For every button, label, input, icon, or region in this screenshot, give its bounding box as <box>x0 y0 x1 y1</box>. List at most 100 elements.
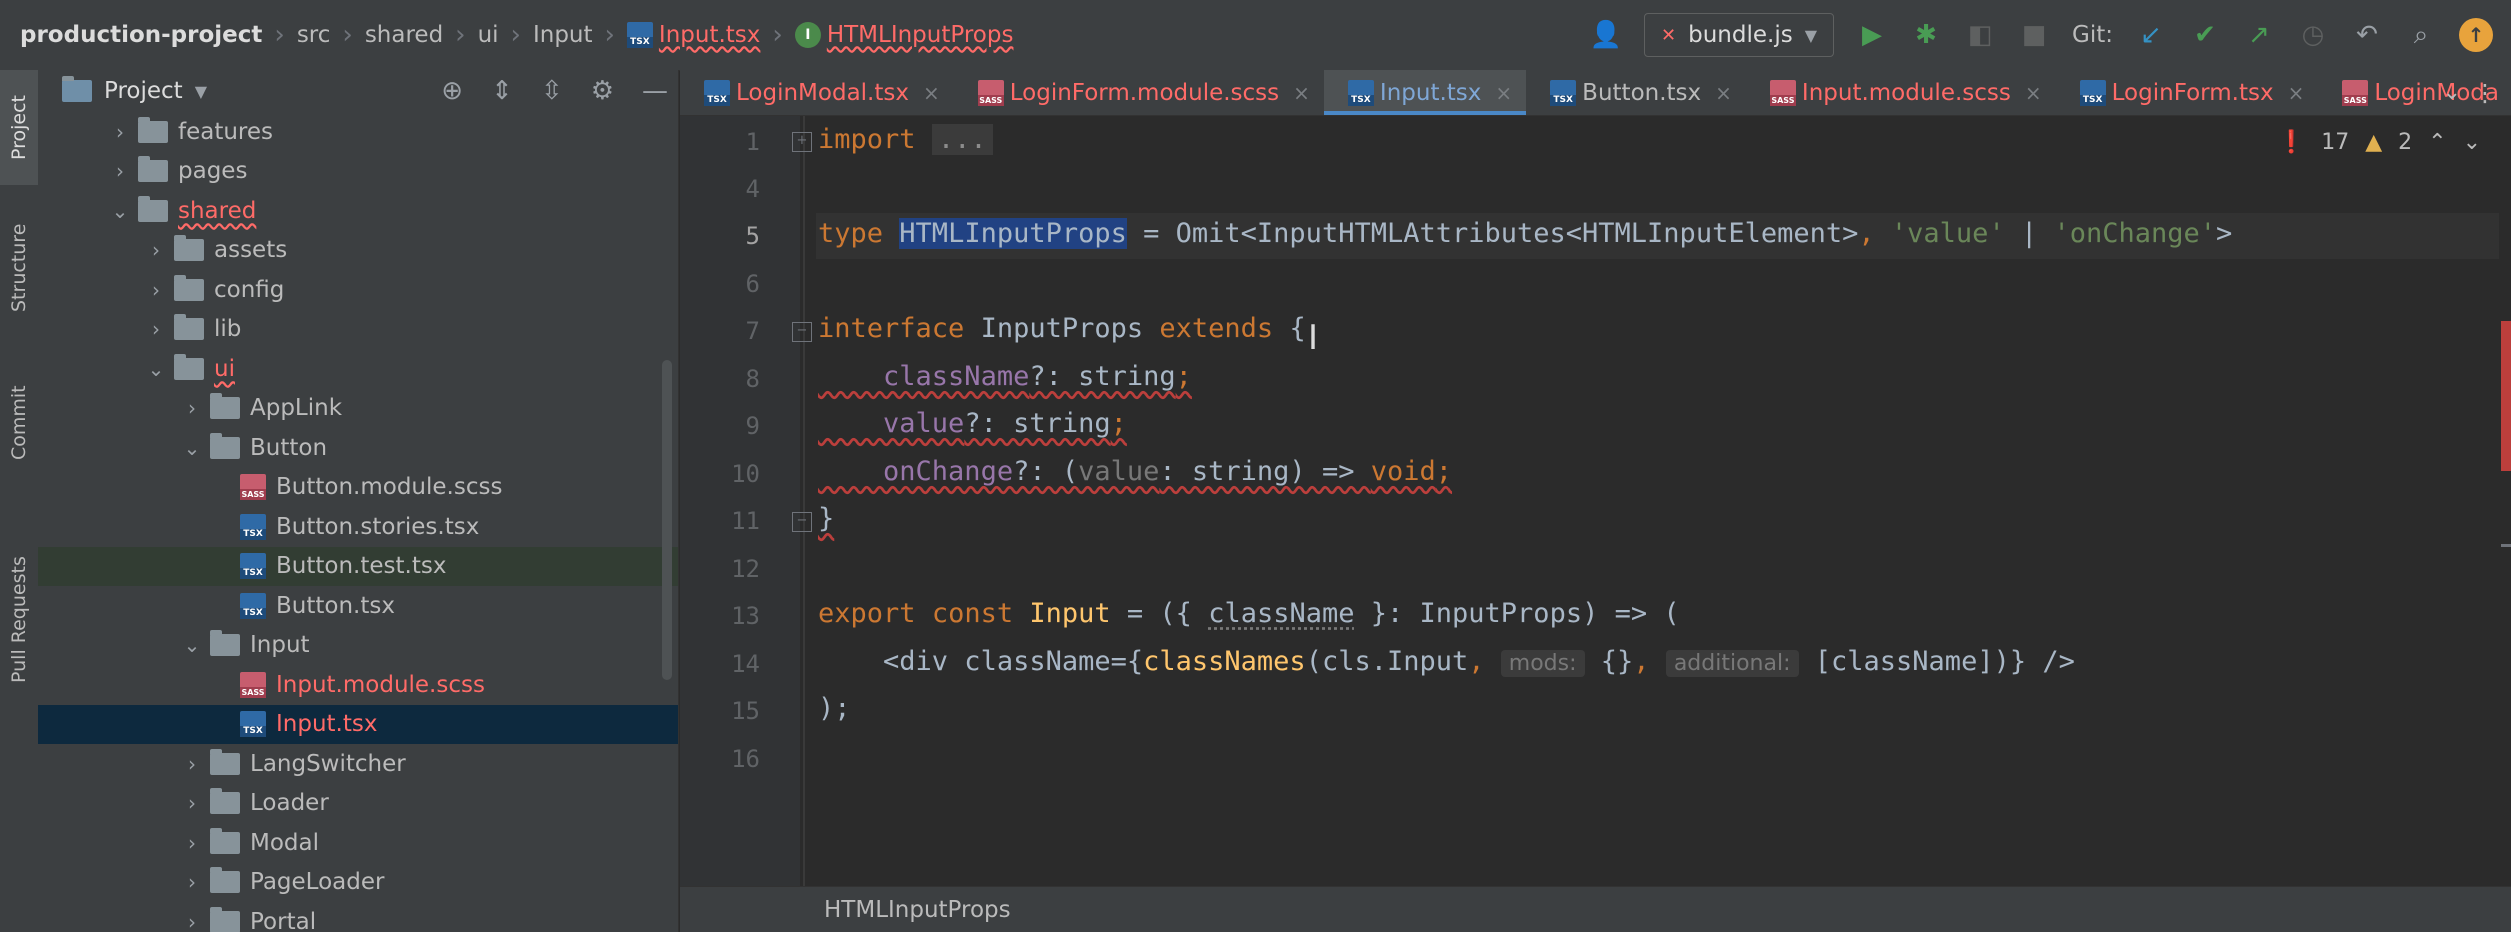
chevron-right-icon[interactable]: › <box>180 910 204 932</box>
gear-icon[interactable]: ⚙ <box>591 76 614 106</box>
git-push-icon[interactable]: ↗ <box>2243 19 2275 51</box>
tree-item-assets[interactable]: › assets <box>38 231 678 271</box>
side-tab-project[interactable]: Project <box>0 70 38 185</box>
tree-item-button-tsx[interactable]: Button.tsx <box>38 586 678 626</box>
close-icon[interactable]: × <box>923 81 940 105</box>
breadcrumb-src[interactable]: src <box>297 22 331 48</box>
tree-item-portal[interactable]: › Portal <box>38 902 678 932</box>
close-icon[interactable]: × <box>1293 81 1310 105</box>
tree-item-modal[interactable]: › Modal <box>38 823 678 863</box>
chevron-down-icon[interactable]: ⌄ <box>2443 80 2461 105</box>
tree-item-button-scss[interactable]: Button.module.scss <box>38 468 678 508</box>
fold-collapse-icon[interactable]: − <box>792 322 812 342</box>
tree-item-pages[interactable]: › pages <box>38 152 678 192</box>
breadcrumb-file[interactable]: Input.tsx <box>626 22 760 49</box>
tree-item-langswitcher[interactable]: › LangSwitcher <box>38 744 678 784</box>
line-number: 15 <box>731 697 760 725</box>
run-icon[interactable]: ▶ <box>1856 19 1888 51</box>
tab-loginform-tsx[interactable]: LoginForm.tsx × <box>2056 70 2319 115</box>
minimize-icon[interactable]: — <box>642 76 668 106</box>
close-icon[interactable]: × <box>1715 81 1732 105</box>
history-icon[interactable]: ◷ <box>2297 19 2329 51</box>
marker[interactable] <box>2501 544 2511 547</box>
expand-all-icon[interactable]: ⇕ <box>491 76 513 106</box>
tree-item-features[interactable]: › features <box>38 112 678 152</box>
chevron-up-icon[interactable]: ⌃ <box>2428 130 2446 155</box>
chevron-right-icon[interactable]: › <box>180 791 204 815</box>
tab-loginform-scss[interactable]: LoginForm.module.scss × <box>954 70 1324 115</box>
tree-item-button-stories[interactable]: Button.stories.tsx <box>38 507 678 547</box>
tree-item-lib[interactable]: › lib <box>38 310 678 350</box>
chevron-right-icon[interactable]: › <box>180 831 204 855</box>
more-icon[interactable]: ⋮ <box>2473 79 2497 107</box>
chevron-down-icon[interactable]: ⌄ <box>144 357 168 381</box>
project-view-selector[interactable]: Project <box>104 78 183 104</box>
tree-item-button-test[interactable]: Button.test.tsx <box>38 546 678 586</box>
error-marker[interactable] <box>2501 321 2511 471</box>
close-icon[interactable]: × <box>1495 81 1512 105</box>
breadcrumb-input[interactable]: Input <box>533 22 593 48</box>
user-icon[interactable]: 👤 <box>1590 19 1622 51</box>
tree-item-ui[interactable]: ⌄ ui <box>38 349 678 389</box>
chevron-right-icon[interactable]: › <box>144 317 168 341</box>
editor-breadcrumb-symbol[interactable]: HTMLInputProps <box>824 897 1011 923</box>
error-stripe[interactable] <box>2499 116 2511 886</box>
updates-icon[interactable]: ↑ <box>2459 18 2493 52</box>
tree-item-pageloader[interactable]: › PageLoader <box>38 863 678 903</box>
tab-input-scss[interactable]: Input.module.scss × <box>1746 70 2056 115</box>
tab-label: Input.module.scss <box>1801 79 2011 106</box>
fold-collapse-icon[interactable]: − <box>792 512 812 532</box>
tree-item-label: config <box>214 276 285 303</box>
collapse-all-icon[interactable]: ⇳ <box>541 76 563 106</box>
tab-loginmodal[interactable]: LoginModal.tsx × <box>680 70 954 115</box>
locate-icon[interactable]: ⊕ <box>441 76 463 106</box>
breadcrumb-ui[interactable]: ui <box>478 22 499 48</box>
chevron-down-icon[interactable]: ▼ <box>195 82 207 101</box>
chevron-down-icon[interactable]: ⌄ <box>108 199 132 223</box>
inspection-widget[interactable]: ❗ 17 ▲ 2 ⌃ ⌄ <box>2278 130 2481 155</box>
tab-button-tsx[interactable]: Button.tsx × <box>1526 70 1746 115</box>
folded-region[interactable]: ... <box>931 124 993 155</box>
close-icon[interactable]: × <box>2025 81 2042 105</box>
tree-scrollbar[interactable] <box>662 360 672 680</box>
search-icon[interactable]: ⌕ <box>2405 19 2437 51</box>
chevron-right-icon[interactable]: › <box>108 120 132 144</box>
git-update-icon[interactable]: ↙ <box>2135 19 2167 51</box>
tree-item-config[interactable]: › config <box>38 270 678 310</box>
tree-item-input-scss[interactable]: Input.module.scss <box>38 665 678 705</box>
rollback-icon[interactable]: ↶ <box>2351 19 2383 51</box>
side-tab-structure[interactable]: Structure <box>0 200 38 335</box>
chevron-down-icon[interactable]: ⌄ <box>2463 130 2481 155</box>
debug-icon[interactable]: ✱ <box>1910 19 1942 51</box>
side-tab-commit[interactable]: Commit <box>0 360 38 485</box>
coverage-icon[interactable]: ◧ <box>1964 19 1996 51</box>
fold-expand-icon[interactable]: + <box>792 132 812 152</box>
git-commit-icon[interactable]: ✔ <box>2189 19 2221 51</box>
tab-input-tsx[interactable]: Input.tsx × <box>1323 70 1527 115</box>
chevron-down-icon[interactable]: ⌄ <box>180 633 204 657</box>
tree-item-label: Button.tsx <box>276 592 395 619</box>
breadcrumb-project[interactable]: production-project <box>20 22 262 48</box>
tab-label: LoginForm.tsx <box>2111 79 2274 106</box>
tree-item-button-folder[interactable]: ⌄ Button <box>38 428 678 468</box>
error-icon: ❗ <box>2277 130 2306 155</box>
tree-item-shared[interactable]: ⌄ shared <box>38 191 678 231</box>
chevron-right-icon[interactable]: › <box>180 396 204 420</box>
tree-item-loader[interactable]: › Loader <box>38 784 678 824</box>
chevron-right-icon[interactable]: › <box>144 278 168 302</box>
close-icon[interactable]: × <box>2288 81 2305 105</box>
tree-item-input-folder[interactable]: ⌄ Input <box>38 626 678 666</box>
chevron-right-icon[interactable]: › <box>180 752 204 776</box>
breadcrumb-symbol[interactable]: HTMLInputProps <box>794 22 1013 49</box>
tree-item-input-tsx[interactable]: Input.tsx <box>38 704 678 744</box>
tree-item-applink[interactable]: › AppLink <box>38 389 678 429</box>
run-config-selector[interactable]: ✕ bundle.js ▼ <box>1644 13 1835 57</box>
chevron-down-icon[interactable]: ⌄ <box>180 436 204 460</box>
side-tab-pull-requests[interactable]: Pull Requests <box>0 510 38 730</box>
stop-icon[interactable]: ■ <box>2018 19 2050 51</box>
chevron-right-icon[interactable]: › <box>108 159 132 183</box>
folder-icon <box>174 274 204 301</box>
breadcrumb-shared[interactable]: shared <box>365 22 443 48</box>
chevron-right-icon[interactable]: › <box>144 238 168 262</box>
chevron-right-icon[interactable]: › <box>180 870 204 894</box>
